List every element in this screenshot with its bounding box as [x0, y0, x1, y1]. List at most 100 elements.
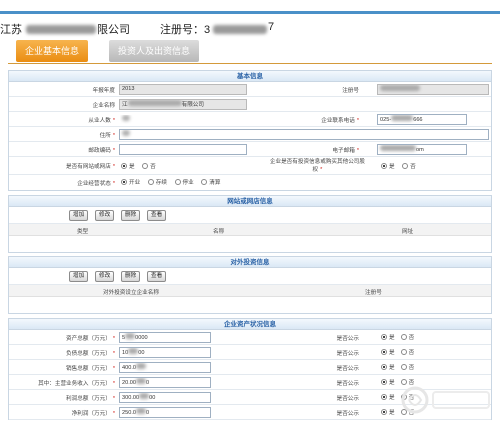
website-yes-option[interactable]: 是	[121, 163, 135, 170]
asset-label: 销售总额（万元） *	[66, 366, 115, 372]
asset-value-suffix: 0	[146, 410, 150, 416]
outward-investment-section: 对外投资信息 增加 修改 删除 查看 对外投资设立企业名称 注册号	[8, 256, 492, 314]
public-yes-option[interactable]: 是	[381, 349, 395, 356]
company-header: 江苏 限公司 注册号：3 7	[0, 17, 500, 39]
regno-label: 注册号	[342, 88, 359, 94]
registration-label: 注册号：3	[160, 24, 211, 36]
row-status: 企业经营状态 * 开业 存续 停业 清算	[9, 175, 491, 190]
col-name: 名称	[213, 229, 225, 235]
website-edit-button[interactable]: 修改	[95, 210, 115, 221]
status-open-option[interactable]: 开业	[121, 179, 140, 186]
company-name-end: 限公司	[97, 24, 130, 36]
postcode-label: 邮政编码 *	[88, 148, 115, 154]
col-invested-regno: 注册号	[365, 290, 382, 296]
radio-unselected-icon	[201, 179, 208, 185]
address-field[interactable]	[119, 129, 489, 140]
public-no-option[interactable]: 否	[400, 364, 414, 371]
redacted-company-name	[26, 25, 96, 34]
radio-selected-icon	[381, 409, 387, 415]
website-info-title: 网站或网店信息	[9, 196, 491, 207]
website-info-section: 网站或网店信息 增加 修改 删除 查看 类型 名称 网址	[8, 195, 492, 253]
radio-unselected-icon	[147, 179, 154, 185]
row-staff: 从业人数 * 企业联系电话 * 025- 666	[9, 112, 491, 127]
public-no-option[interactable]: 否	[400, 349, 414, 356]
asset-row: 销售总额（万元） * 400.0 是否公示 是否	[9, 360, 491, 375]
public-label: 是否公示	[336, 366, 359, 372]
tab-divider	[8, 63, 492, 64]
public-yes-option[interactable]: 是	[381, 409, 395, 416]
website-no-option[interactable]: 否	[142, 163, 156, 170]
asset-value-suffix: 00	[138, 350, 145, 356]
radio-unselected-icon	[174, 179, 181, 185]
registration-tail: 7	[268, 21, 275, 33]
staff-field[interactable]	[119, 114, 215, 125]
website-add-button[interactable]: 增加	[69, 210, 89, 221]
radio-unselected-icon	[400, 334, 407, 340]
redacted-registration-number	[213, 25, 267, 34]
company-name-prefix: 江	[122, 102, 128, 108]
tab-basic-info[interactable]: 企业基本信息	[16, 40, 89, 62]
asset-value-field[interactable]: 300.00 00	[119, 392, 211, 403]
phone-field[interactable]: 025- 666	[377, 114, 467, 125]
asset-label: 净利润（万元） *	[71, 411, 115, 417]
row-year: 年报年度 2013 注册号	[9, 82, 491, 97]
asset-label: 资产总额（万元） *	[66, 336, 115, 342]
radio-selected-icon	[381, 364, 387, 370]
investment-delete-button[interactable]: 删除	[121, 271, 141, 282]
outward-investment-title: 对外投资信息	[9, 257, 491, 268]
asset-value-field[interactable]: 5 0000	[119, 332, 211, 343]
website-delete-button[interactable]: 删除	[121, 210, 141, 221]
investment-toolbar: 增加 修改 删除 查看	[9, 268, 491, 285]
radio-unselected-icon	[402, 163, 409, 169]
basic-info-title: 基本信息	[9, 71, 491, 82]
investment-view-button[interactable]: 查看	[147, 271, 167, 282]
col-type: 类型	[77, 229, 89, 235]
address-label: 住所 *	[99, 133, 115, 139]
status-suspended-option[interactable]: 停业	[174, 179, 194, 186]
invest-radio-group: 是 否	[381, 162, 422, 170]
investment-add-button[interactable]: 增加	[69, 271, 89, 282]
radio-selected-icon	[381, 349, 387, 355]
radio-unselected-icon	[400, 364, 407, 370]
postcode-field[interactable]	[119, 144, 247, 155]
row-website: 是否有网站或网店 * 是 否 企业是否有投资信息或购买其他公司股权 * 是 否	[9, 157, 491, 175]
asset-row: 负债总额（万元） * 10 00 是否公示 是否	[9, 345, 491, 360]
status-liquidation-option[interactable]: 清算	[201, 179, 221, 186]
asset-value-field[interactable]: 250.0 0	[119, 407, 211, 418]
status-existing-option[interactable]: 存续	[147, 179, 167, 186]
investment-edit-button[interactable]: 修改	[95, 271, 115, 282]
invest-question-label: 企业是否有投资信息或购买其他公司股权 *	[269, 159, 365, 173]
invest-yes-option[interactable]: 是	[381, 163, 395, 170]
website-view-button[interactable]: 查看	[147, 210, 167, 221]
public-label: 是否公示	[336, 336, 359, 342]
website-toolbar: 增加 修改 删除 查看	[9, 207, 491, 224]
radio-selected-icon	[381, 334, 387, 340]
asset-value-prefix: 250.0	[122, 410, 136, 416]
asset-value-field[interactable]: 20.00 0	[119, 377, 211, 388]
public-yes-option[interactable]: 是	[381, 364, 395, 371]
row-address: 住所 *	[9, 127, 491, 142]
asset-value-field[interactable]: 10 00	[119, 347, 211, 358]
investment-table-header: 对外投资设立企业名称 注册号	[9, 285, 491, 297]
asset-value-suffix: 0	[146, 380, 150, 386]
public-yes-option[interactable]: 是	[381, 379, 395, 386]
asset-label: 利润总额（万元） *	[66, 396, 115, 402]
asset-value-prefix: 20.00	[122, 380, 136, 386]
radio-selected-icon	[381, 163, 387, 169]
company-name-label: 企业名称	[92, 103, 115, 109]
asset-label: 其中：主营业务收入（万元） *	[38, 381, 115, 387]
invest-no-option[interactable]: 否	[402, 163, 416, 170]
radio-unselected-icon	[142, 163, 149, 169]
company-name-start: 江苏	[0, 24, 22, 36]
public-no-option[interactable]: 否	[400, 334, 414, 341]
radio-selected-icon	[121, 163, 127, 169]
phone-prefix: 025-	[380, 117, 392, 123]
public-yes-option[interactable]: 是	[381, 334, 395, 341]
radio-selected-icon	[381, 394, 387, 400]
tab-investor-info[interactable]: 投资人及出资信息	[109, 40, 200, 62]
basic-info-section: 基本信息 年报年度 2013 注册号 企业名称 江 有限公司 从业人数 * 企业联系…	[8, 70, 492, 191]
company-name-suffix: 有限公司	[181, 102, 204, 108]
email-field[interactable]: om	[377, 144, 467, 155]
asset-value-field[interactable]: 400.0	[119, 362, 211, 373]
public-yes-option[interactable]: 是	[381, 394, 395, 401]
